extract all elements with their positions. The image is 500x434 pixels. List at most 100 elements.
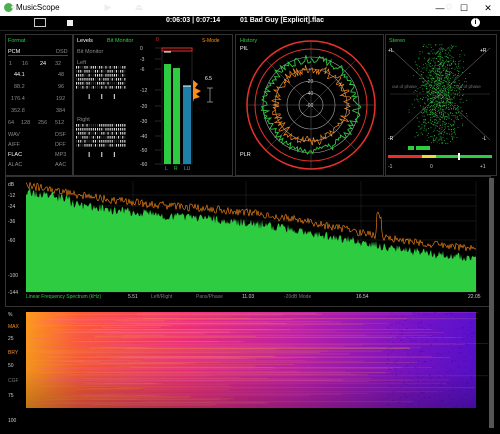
s-mode-label: S-Mode bbox=[202, 38, 220, 44]
ring-40: -40 bbox=[306, 91, 313, 97]
settings-gear-icon[interactable]: ⚙ bbox=[443, 1, 455, 13]
eject-icon[interactable]: ⏏ bbox=[133, 1, 145, 13]
bit-monitor-title: Bit Monitor bbox=[107, 38, 134, 44]
dsd-128: 128 bbox=[21, 120, 31, 126]
maximize-button[interactable]: ☐ bbox=[452, 0, 476, 16]
time-display: 0:06:03 | 0:07:14 bbox=[166, 17, 220, 24]
close-button[interactable]: ✕ bbox=[476, 0, 500, 16]
codec-aiff: AIFF bbox=[8, 142, 20, 148]
spec-x-title: Linear Frequency Spectrum (kHz) bbox=[26, 294, 101, 300]
dr-value: 6.5 bbox=[205, 76, 212, 82]
dsd-64: 64 bbox=[8, 120, 15, 126]
stereo-plus-l: +L bbox=[388, 48, 394, 54]
spec-y-24: -24 bbox=[8, 204, 15, 210]
spec-y-36: -36 bbox=[8, 219, 15, 225]
loudness-bar bbox=[183, 86, 191, 164]
mode-pans-phase[interactable]: Pans/Phase bbox=[196, 294, 223, 300]
codec-dff: DFF bbox=[55, 142, 66, 148]
spec-x-22-05: 22.05 bbox=[468, 294, 481, 300]
spec-x-16-54: 16.54 bbox=[356, 294, 369, 300]
level-meters: 0 S-Mode 0-3-6-12-20-30-40-50-60 L R LU … bbox=[140, 37, 220, 172]
rate-96: 96 bbox=[58, 84, 65, 90]
sg-y-bry: BRY bbox=[8, 350, 19, 356]
mode-20db[interactable]: -20dB Mode bbox=[284, 294, 311, 300]
rate-48: 48 bbox=[58, 72, 65, 78]
level-scale-5: -30 bbox=[140, 119, 147, 125]
stereo-minus-l: -L bbox=[482, 136, 487, 142]
stereo-plus-r: +R bbox=[480, 48, 487, 54]
time-current: 0:06:03 bbox=[166, 17, 191, 24]
play-icon[interactable]: ▶ bbox=[102, 1, 114, 13]
ring-20: -20 bbox=[306, 79, 313, 85]
dr-histogram bbox=[193, 80, 201, 102]
spec-y-60: -60 bbox=[8, 238, 15, 244]
spec-y-144: -144 bbox=[8, 290, 18, 296]
rate-176-4: 176.4 bbox=[11, 96, 25, 102]
bit-32: 32 bbox=[55, 61, 62, 67]
dsd-512: 512 bbox=[55, 120, 65, 126]
levels-title: Levels bbox=[77, 38, 93, 44]
correlation-meter: -1 0 +1 bbox=[388, 146, 492, 170]
history-radar: -20 -40 -60 bbox=[246, 40, 376, 170]
corr-mid: 0 bbox=[430, 164, 433, 170]
right-level-bar bbox=[173, 68, 180, 164]
scrollbar[interactable] bbox=[489, 178, 494, 428]
format-title: Format bbox=[8, 38, 26, 44]
sg-y-cgf: CGF bbox=[8, 378, 19, 384]
folder-icon[interactable] bbox=[34, 18, 46, 27]
stop-icon[interactable] bbox=[67, 20, 73, 26]
bit-1: 1 bbox=[9, 61, 13, 67]
sg-y-50: 50 bbox=[8, 363, 14, 369]
sg-y-100: 100 bbox=[8, 418, 17, 424]
codec-wav: WAV bbox=[8, 132, 20, 138]
codec-aac: AAC bbox=[55, 162, 67, 168]
time-separator: | bbox=[192, 17, 195, 24]
title-bar: MusicScope — ☐ ✕ bbox=[0, 0, 500, 16]
channel-r: R bbox=[174, 166, 178, 172]
level-scale-8: -60 bbox=[140, 162, 147, 168]
level-scale-3: -12 bbox=[140, 88, 147, 94]
spec-x-5-51: 5.51 bbox=[128, 294, 138, 300]
codec-dsf: DSF bbox=[55, 132, 66, 138]
channel-lu: LU bbox=[184, 166, 191, 172]
window-title: MusicScope bbox=[16, 3, 60, 12]
dsd-256: 256 bbox=[38, 120, 48, 126]
ring-60: -60 bbox=[306, 103, 313, 109]
sg-y-pct: % bbox=[8, 312, 13, 318]
spec-x-11-03: 11.03 bbox=[242, 294, 254, 300]
sg-y-max: MAX bbox=[8, 324, 20, 330]
rate-44-1: 44.1 bbox=[14, 72, 25, 78]
peak-marker-label: 0 bbox=[156, 37, 159, 43]
rate-88-2: 88.2 bbox=[14, 84, 25, 90]
oop-right-1: out of phase bbox=[456, 84, 481, 89]
info-icon[interactable]: i bbox=[471, 18, 480, 27]
level-scale-1: -3 bbox=[140, 57, 145, 63]
left-level-bar bbox=[164, 64, 171, 164]
time-total: 0:07:14 bbox=[196, 17, 221, 24]
codec-mp3: MP3 bbox=[55, 152, 67, 158]
mode-left-right[interactable]: Left/Right bbox=[151, 294, 173, 300]
codec-flac: FLAC bbox=[8, 152, 23, 158]
track-name: 01 Bad Guy [Explicit].flac bbox=[240, 17, 325, 24]
spec-y-12: -12 bbox=[8, 193, 15, 199]
codec-alac: ALAC bbox=[8, 162, 23, 168]
bit-monitor-grid bbox=[76, 66, 126, 157]
sg-y-75: 75 bbox=[8, 393, 14, 399]
channel-l: L bbox=[165, 166, 168, 172]
level-scale-6: -40 bbox=[140, 134, 147, 140]
oop-left-1: out of phase bbox=[392, 84, 417, 89]
sg-y-25: 25 bbox=[8, 336, 14, 342]
rate-192: 192 bbox=[56, 96, 66, 102]
spec-y-db: dB bbox=[8, 182, 15, 188]
bit-16: 16 bbox=[22, 61, 29, 67]
volume-icon[interactable]: 🔊︎ bbox=[8, 1, 20, 13]
level-scale-4: -20 bbox=[140, 104, 147, 110]
bit-monitor-sub: Bit Monitor bbox=[77, 49, 104, 55]
corr-max: +1 bbox=[480, 164, 486, 170]
rate-352-8: 352.8 bbox=[11, 108, 25, 114]
stereo-goniometer: +L +R -R -L out of phase out of phase bbox=[388, 44, 491, 144]
level-scale-0: 0 bbox=[140, 46, 143, 52]
corr-min: -1 bbox=[388, 164, 393, 170]
level-scale-7: -50 bbox=[140, 148, 147, 154]
stereo-minus-r: -R bbox=[388, 136, 394, 142]
